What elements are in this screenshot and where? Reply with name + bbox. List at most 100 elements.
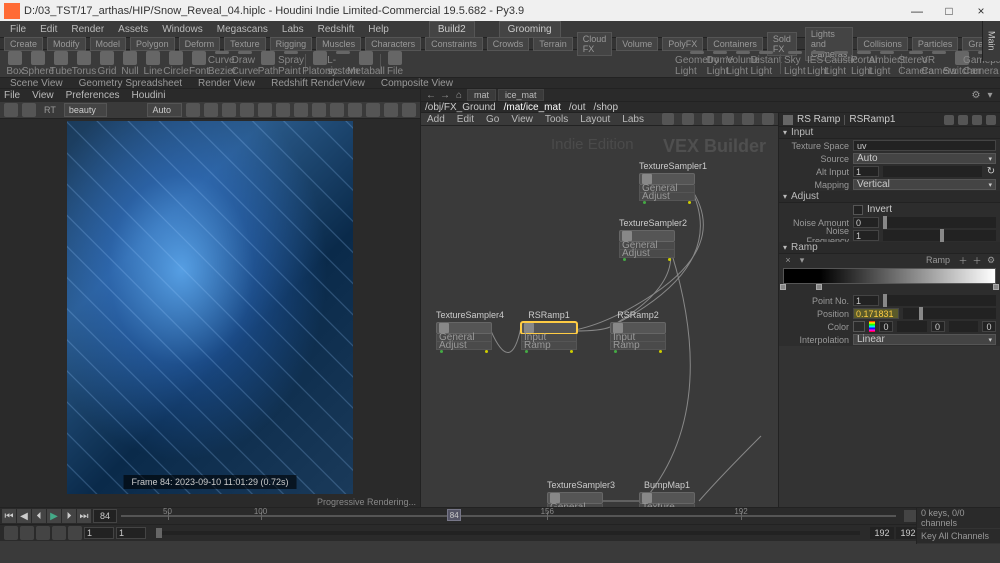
point-no-slider[interactable] — [883, 295, 996, 306]
tool-curve[interactable]: Curve Bezier — [211, 51, 233, 77]
timeline-slider[interactable]: 50 100 156 192 84 — [121, 509, 896, 523]
interpolation-select[interactable]: Linear — [853, 334, 996, 345]
ramp-stop-0[interactable] — [780, 284, 786, 290]
menu-help[interactable]: Help — [362, 22, 395, 37]
tab-redshift-renderview[interactable]: Redshift RenderView — [265, 78, 371, 89]
network-canvas[interactable]: Indie Edition VEX Builder Te — [421, 126, 778, 507]
rv-btn-toggle1[interactable] — [4, 103, 18, 117]
menu-edit[interactable]: Edit — [34, 22, 63, 37]
rv-btn-m[interactable] — [402, 103, 416, 117]
color-r-slider[interactable] — [897, 321, 927, 332]
net-btn-c[interactable] — [702, 113, 714, 125]
play-prev-icon[interactable]: ◀ — [17, 509, 31, 523]
source-select[interactable]: Auto — [853, 153, 996, 164]
tool-distlight[interactable]: Distant Light — [755, 51, 777, 77]
shelf-tab[interactable]: Deform — [179, 37, 221, 51]
bb-btn-e[interactable] — [68, 526, 82, 540]
ramp-stop-1[interactable] — [816, 284, 822, 290]
desktop-main-tab[interactable]: Main — [982, 21, 1000, 61]
rv-btn-f[interactable] — [276, 103, 290, 117]
nav-back[interactable]: ← — [425, 89, 437, 101]
tool-tube[interactable]: Tube — [50, 51, 72, 77]
menu-assets[interactable]: Assets — [112, 22, 154, 37]
menu-render[interactable]: Render — [65, 22, 110, 37]
shelf-tab[interactable]: Collisions — [857, 37, 908, 51]
node-texturesampler1[interactable]: TextureSampler1 General Adjust — [639, 161, 695, 205]
alt-input-slider[interactable] — [883, 166, 982, 177]
color-g[interactable]: 0 — [931, 321, 945, 332]
rv-btn-toggle2[interactable] — [22, 103, 36, 117]
tool-metaball[interactable]: Metaball — [355, 51, 377, 77]
section-adjust[interactable]: ▾Adjust — [779, 191, 1000, 203]
shelf-tab[interactable]: Texture — [224, 37, 266, 51]
color-r[interactable]: 0 — [879, 321, 893, 332]
bb-btn-b[interactable] — [20, 526, 34, 540]
invert-checkbox[interactable] — [853, 205, 863, 215]
rv-btn-i[interactable] — [330, 103, 344, 117]
tool-grid[interactable]: Grid — [96, 51, 118, 77]
play-icon[interactable]: ▶ — [47, 509, 61, 523]
bb-btn-a[interactable] — [4, 526, 18, 540]
range-start1[interactable]: 1 — [84, 527, 114, 539]
render-mode[interactable]: RT — [40, 105, 60, 115]
mapping-select[interactable]: Vertical — [853, 179, 996, 190]
rv-btn-l[interactable] — [384, 103, 398, 117]
ramp-add2-icon[interactable]: ＋ — [972, 255, 982, 265]
tool-amblight[interactable]: Ambient Light — [876, 51, 898, 77]
node-texturesampler2[interactable]: TextureSampler2 General Adjust — [619, 218, 675, 262]
color-g-slider[interactable] — [949, 321, 979, 332]
net-menu-labs[interactable]: Labs — [620, 114, 646, 125]
rv-btn-k[interactable] — [366, 103, 380, 117]
shelf-tab[interactable]: Create — [4, 37, 43, 51]
net-btn-d[interactable] — [722, 113, 734, 125]
tab-render-view[interactable]: Render View — [192, 78, 261, 89]
ramp-add-icon[interactable]: ＋ — [958, 255, 968, 265]
menu-megascans[interactable]: Megascans — [211, 22, 274, 37]
hue-strip[interactable] — [869, 321, 875, 332]
net-menu-go[interactable]: Go — [484, 114, 501, 125]
net-btn-e[interactable] — [742, 113, 754, 125]
shelf-tab[interactable]: Crowds — [487, 37, 530, 51]
play-stepback-icon[interactable]: ⏴ — [32, 509, 46, 523]
rv-btn-b[interactable] — [204, 103, 218, 117]
section-input[interactable]: ▾Input — [779, 127, 1000, 139]
node-texturesampler4[interactable]: TextureSampler4 General Adjust — [436, 310, 492, 354]
path-mat[interactable]: mat — [467, 89, 496, 101]
shelf-tab[interactable]: PolyFX — [662, 37, 703, 51]
desktop-build[interactable]: Build2 — [429, 21, 475, 38]
tab-geo-spreadsheet[interactable]: Geometry Spreadsheet — [73, 78, 188, 89]
rv-menu-prefs[interactable]: Preferences — [66, 90, 120, 101]
minimize-button[interactable]: — — [902, 2, 932, 20]
net-btn-b[interactable] — [682, 113, 694, 125]
path-opt-icon[interactable]: ⚙ — [970, 89, 982, 101]
nav-home-icon[interactable]: ⌂ — [453, 89, 465, 101]
position-slider[interactable] — [903, 308, 996, 319]
tool-geomlight[interactable]: Geometry Light — [686, 51, 708, 77]
tool-path[interactable]: Path — [257, 51, 279, 77]
ramp-gear-icon[interactable]: ⚙ — [986, 255, 996, 265]
close-button[interactable]: × — [966, 2, 996, 20]
noise-freq-slider[interactable] — [883, 230, 996, 241]
rv-btn-d[interactable] — [240, 103, 254, 117]
tool-circle[interactable]: Circle — [165, 51, 187, 77]
node-bumpmap1[interactable]: BumpMap1 Texture Remap — [639, 480, 695, 507]
texture-space-field[interactable]: uv — [853, 140, 996, 151]
tool-file[interactable]: File — [384, 51, 406, 77]
ramp-gradient[interactable] — [783, 268, 996, 284]
tool-sphere[interactable]: Sphere — [27, 51, 49, 77]
menu-labs[interactable]: Labs — [276, 22, 310, 37]
color-b[interactable]: 0 — [982, 321, 996, 332]
shelf-tab[interactable]: Terrain — [533, 37, 573, 51]
maximize-button[interactable]: □ — [934, 2, 964, 20]
net-btn-f[interactable] — [762, 113, 774, 125]
net-btn-a[interactable] — [662, 113, 674, 125]
bb-btn-c[interactable] — [36, 526, 50, 540]
tool-line[interactable]: Line — [142, 51, 164, 77]
bc-shop[interactable]: /shop — [594, 102, 618, 113]
range-end1[interactable]: 192 — [870, 527, 894, 539]
shelf-tab[interactable]: Constraints — [425, 37, 483, 51]
rv-btn-g[interactable] — [294, 103, 308, 117]
timeline-cursor[interactable]: 84 — [447, 509, 461, 521]
shelf-tab[interactable]: Polygon — [130, 37, 175, 51]
play-last-icon[interactable]: ⏭ — [77, 509, 91, 523]
